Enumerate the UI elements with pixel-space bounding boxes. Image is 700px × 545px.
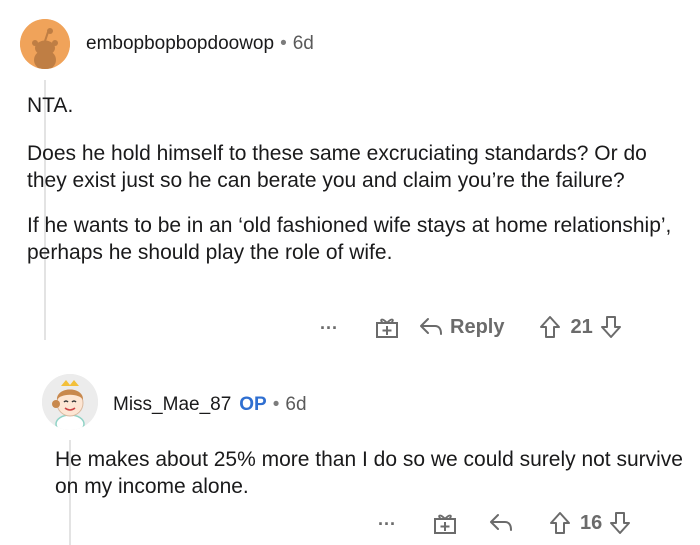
upvote-icon[interactable] — [548, 510, 572, 536]
comment-age: 6d — [285, 394, 307, 415]
comment-actions: ... Reply 21 — [320, 313, 623, 340]
comment-age: 6d — [292, 33, 314, 54]
downvote-icon[interactable] — [599, 314, 623, 340]
separator-dot: • — [272, 394, 280, 415]
award-icon[interactable] — [432, 510, 458, 536]
comment-body: He makes about 25% more than I do so we … — [55, 446, 685, 500]
comment-actions: ... 16 — [378, 509, 632, 536]
username[interactable]: Miss_Mae_87 — [113, 394, 231, 415]
avatar[interactable] — [42, 374, 98, 430]
reply-button[interactable]: Reply — [450, 316, 504, 339]
username[interactable]: embopbopbopdoowop — [86, 33, 274, 54]
reply-icon[interactable] — [418, 316, 444, 338]
comment-author-line: Miss_Mae_87 OP • 6d — [113, 394, 307, 416]
award-icon[interactable] — [374, 314, 400, 340]
comment-paragraph: NTA. — [27, 94, 74, 117]
upvote-icon[interactable] — [538, 314, 562, 340]
vote-count: 21 — [570, 315, 593, 338]
comment-body: NTA. Does he hold himself to these same … — [27, 92, 682, 266]
separator-dot: • — [280, 33, 287, 54]
vote-count: 16 — [580, 511, 603, 534]
comment-paragraph: Does he hold himself to these same excru… — [27, 142, 647, 192]
more-options-button[interactable]: ... — [378, 509, 396, 530]
downvote-icon[interactable] — [608, 510, 632, 536]
comment-author-line: embopbopbopdoowop • 6d — [86, 33, 314, 55]
snoo-avatar-icon — [20, 19, 70, 69]
reply-icon[interactable] — [488, 512, 514, 534]
op-badge: OP — [239, 394, 267, 415]
comment-paragraph: If he wants to be in an ‘old fashioned w… — [27, 214, 672, 264]
avatar-icon — [42, 374, 98, 430]
more-options-button[interactable]: ... — [320, 313, 338, 334]
avatar[interactable] — [20, 19, 70, 69]
comment-paragraph: He makes about 25% more than I do so we … — [55, 448, 683, 498]
